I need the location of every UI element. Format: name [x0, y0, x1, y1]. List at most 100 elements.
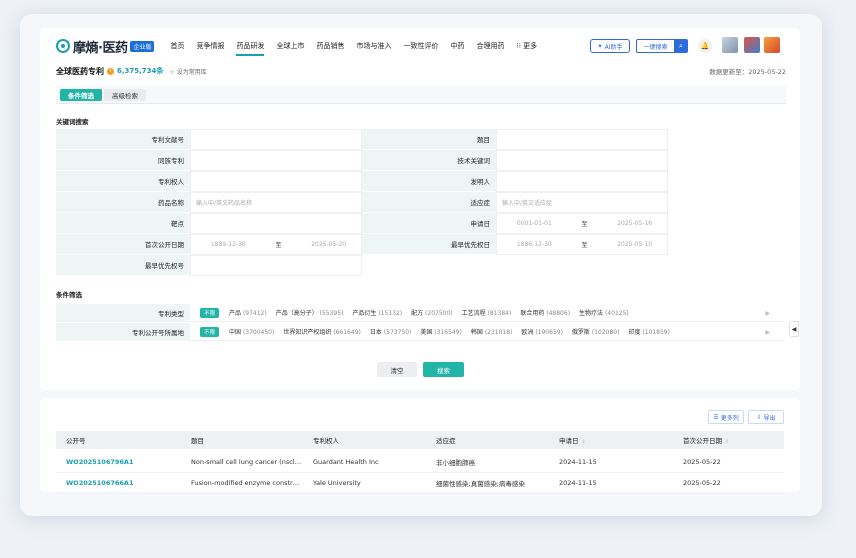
bell-icon[interactable]: 🔔: [698, 39, 712, 53]
column-header[interactable]: 公开号: [56, 435, 181, 445]
collapse-handle-icon[interactable]: ◀: [789, 321, 799, 337]
text-field[interactable]: [190, 150, 362, 171]
condition-option[interactable]: 生物疗法 (40125): [579, 308, 629, 317]
field-label: 专利文献号: [56, 129, 190, 150]
condition-option[interactable]: 世界知识产权组织 (661649): [283, 327, 361, 336]
option-count: (207500): [425, 310, 453, 317]
column-header[interactable]: 适应症: [426, 435, 549, 445]
date-to[interactable]: 2025-05-10: [617, 241, 652, 248]
condition-option[interactable]: 联合用药 (48806): [520, 308, 570, 317]
date-from[interactable]: 0001-01-01: [517, 220, 552, 227]
condition-option[interactable]: 日本 (573750): [370, 327, 412, 336]
option-count: (97412): [242, 310, 267, 317]
condition-option[interactable]: 美国 (316549): [420, 327, 462, 336]
date-range-field[interactable]: 1886-12-30 至 2025-05-10: [496, 234, 668, 255]
nav-item[interactable]: 全球上市: [276, 36, 304, 56]
nav-item[interactable]: 合理用药: [476, 36, 504, 56]
condition-options: 不限 产品 (97412) 产品（高分子） (55395) 产品衍生 (15132) 配…: [190, 304, 784, 322]
search-icon[interactable]: ⌕: [674, 39, 688, 53]
scroll-right-icon[interactable]: ▶: [765, 310, 770, 317]
option-count: (101859): [642, 329, 670, 336]
nav-item[interactable]: 中药: [450, 36, 464, 56]
nav-item[interactable]: 首页: [170, 36, 184, 56]
nav-item[interactable]: 药品销售: [316, 36, 344, 56]
nav-item[interactable]: ⁝⁝ 更多: [516, 36, 537, 56]
table-cell: Non-small cell lung cancer (nscl…: [191, 458, 302, 466]
text-field[interactable]: [190, 171, 362, 192]
condition-option[interactable]: 产品 (97412): [229, 308, 267, 317]
more-columns-button[interactable]: ☰ 更多列: [708, 410, 744, 424]
favorite-toggle[interactable]: ☆ 设为常用库: [169, 67, 206, 76]
quick-search-label[interactable]: 一键搜索: [636, 39, 674, 53]
table-header: 公开号 题目 专利权人 适应症 申请日 ⇕ 首次公开日期 ⇕: [56, 431, 784, 449]
brand-name[interactable]: 摩熵·医药: [73, 37, 128, 56]
text-field[interactable]: [496, 150, 668, 171]
condition-option[interactable]: 欧洲 (190659): [521, 327, 563, 336]
condition-option[interactable]: 韩国 (231018): [471, 327, 513, 336]
text-field[interactable]: [190, 213, 362, 234]
unlimited-chip[interactable]: 不限: [200, 326, 220, 337]
scroll-right-icon[interactable]: ▶: [765, 329, 770, 336]
text-field[interactable]: [190, 255, 362, 276]
nav-item[interactable]: 一致性评价: [403, 36, 438, 56]
condition-option[interactable]: 印度 (101859): [628, 327, 670, 336]
sort-icon[interactable]: ⇕: [582, 439, 586, 445]
option-count: (15132): [378, 310, 403, 317]
text-field[interactable]: [190, 129, 362, 150]
publication-number-link[interactable]: WO2025106766A1: [56, 479, 181, 487]
table-cell: Fusion-modified enzyme constr…: [191, 479, 300, 487]
condition-label: 专利公开号所属地: [56, 323, 190, 341]
column-header[interactable]: 题目: [181, 435, 303, 445]
publication-number-link[interactable]: WO2025106796A1: [56, 458, 181, 466]
option-count: (231018): [484, 329, 513, 336]
form-row: 最早优先权号: [56, 255, 672, 276]
table-cell: 非小细胞肺癌: [436, 459, 475, 467]
date-from[interactable]: 1886-12-30: [517, 241, 552, 248]
nav-item[interactable]: 药品研发: [236, 36, 265, 56]
option-count: (81384): [487, 310, 512, 317]
condition-options: 不限 中国 (3700450) 世界知识产权组织 (661649) 日本 (57375…: [190, 323, 784, 341]
option-count: (102080): [591, 329, 620, 336]
tab-advanced-search[interactable]: 高级检索: [104, 88, 146, 101]
column-header[interactable]: 首次公开日期 ⇕: [673, 435, 784, 445]
condition-option[interactable]: 产品（高分子） (55395): [276, 308, 344, 317]
date-range-field[interactable]: 0001-01-01 至 2025-05-16: [496, 213, 668, 234]
form-row: 专利权人 发明人: [56, 171, 672, 192]
condition-option[interactable]: 配方 (207500): [411, 308, 453, 317]
top-nav: 摩熵·医药 企业版 首页 竞争情报 药品研发 全球上市 药品销售 市场与准入 一致性评价 中药…: [56, 36, 786, 56]
text-field[interactable]: 输入中/英文适应症: [496, 192, 668, 213]
text-field[interactable]: 输入中/英文药品名称: [190, 192, 362, 213]
text-field[interactable]: [496, 171, 668, 192]
condition-option[interactable]: 中国 (3700450): [229, 327, 274, 336]
form-row: 药品名称 输入中/英文药品名称 适应症 输入中/英文适应症: [56, 192, 672, 213]
export-button[interactable]: ⇩ 导出: [748, 410, 784, 424]
unlimited-chip[interactable]: 不限: [200, 307, 220, 318]
condition-option[interactable]: 俄罗斯 (102080): [572, 327, 620, 336]
date-to[interactable]: 2025-05-20: [311, 241, 346, 248]
column-header[interactable]: 申请日 ⇕: [549, 435, 673, 445]
user-avatar[interactable]: [722, 37, 738, 53]
tab-condition-filter[interactable]: 条件筛选: [60, 88, 102, 101]
column-header[interactable]: 专利权人: [303, 435, 426, 445]
date-from[interactable]: 1889-12-30: [211, 241, 246, 248]
text-field[interactable]: [496, 129, 668, 150]
ai-assistant-button[interactable]: ✦ AI助手: [590, 39, 630, 53]
info-icon[interactable]: i: [107, 67, 114, 75]
option-count: (3700450): [242, 329, 275, 336]
nav-item[interactable]: 市场与准入: [356, 36, 391, 56]
sort-icon[interactable]: ⇕: [725, 439, 729, 445]
condition-option[interactable]: 产品衍生 (15132): [352, 308, 402, 317]
condition-option[interactable]: 工艺流程 (81384): [462, 308, 512, 317]
field-label: 药品名称: [56, 192, 190, 213]
nav-item[interactable]: 竞争情报: [196, 36, 224, 56]
ai-icon: ✦: [597, 42, 603, 50]
option-count: (48806): [546, 310, 571, 317]
widget-icon[interactable]: [764, 37, 780, 53]
date-to[interactable]: 2025-05-16: [617, 220, 652, 227]
search-button[interactable]: 搜索: [423, 362, 464, 377]
field-label: 首次公开日期: [56, 234, 190, 255]
date-range-field[interactable]: 1889-12-30 至 2025-05-20: [190, 234, 362, 255]
clear-button[interactable]: 清空: [377, 362, 417, 377]
apps-icon[interactable]: [744, 37, 760, 53]
quick-search[interactable]: 一键搜索 ⌕: [636, 39, 688, 53]
